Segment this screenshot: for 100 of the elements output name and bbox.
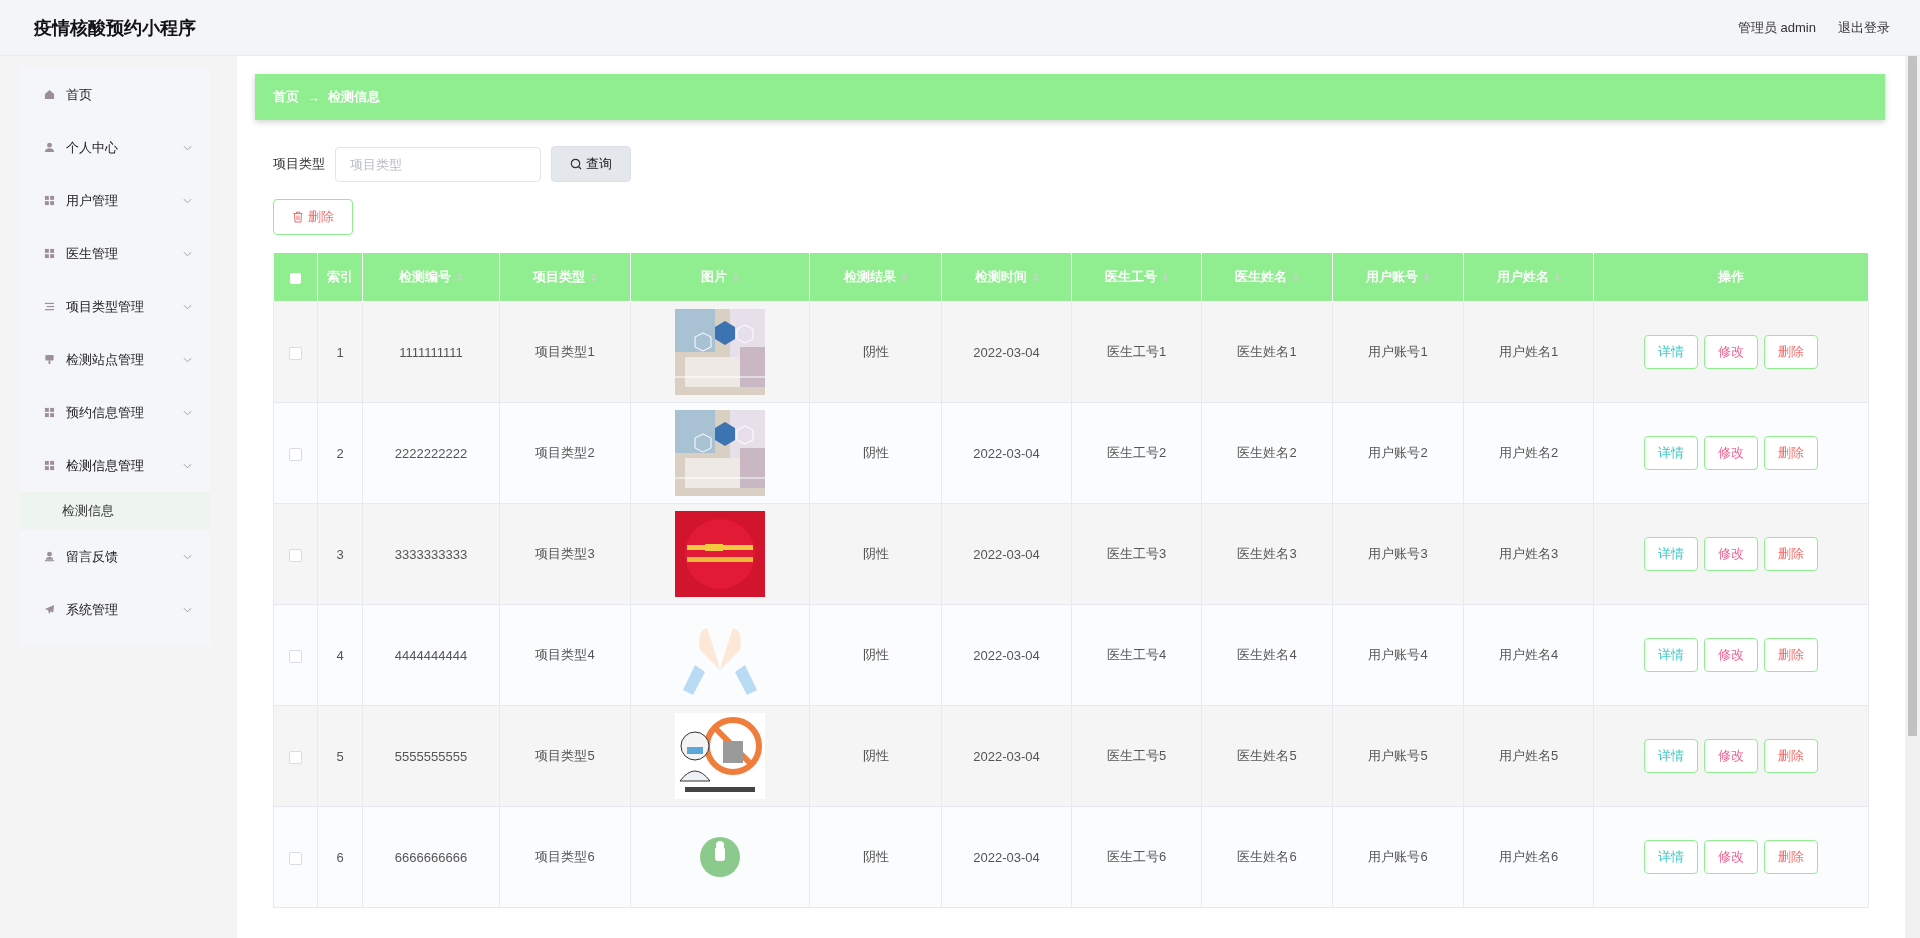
edit-button[interactable]: 修改 (1704, 335, 1758, 369)
column-header: 索引 (327, 268, 353, 286)
delete-button[interactable]: 删除 (1764, 739, 1818, 773)
table-cell: 医生姓名5 (1237, 748, 1297, 763)
detail-button[interactable]: 详情 (1644, 537, 1698, 571)
logout-link[interactable]: 退出登录 (1838, 18, 1890, 37)
edit-button[interactable]: 修改 (1704, 436, 1758, 470)
table-cell: 用户账号1 (1368, 344, 1428, 359)
edit-button[interactable]: 修改 (1704, 638, 1758, 672)
detail-button[interactable]: 详情 (1644, 436, 1698, 470)
row-checkbox[interactable] (289, 851, 302, 865)
sidebar-item[interactable]: 医生管理 (20, 227, 210, 280)
scrollbar-thumb[interactable] (1908, 56, 1917, 736)
select-all-checkbox[interactable] (290, 272, 301, 284)
column-header: 医生工号 (1104, 268, 1157, 286)
table-cell: 阴性 (862, 546, 889, 561)
sort-icon[interactable] (1553, 271, 1561, 283)
table-cell: 项目类型1 (535, 344, 595, 359)
table-cell: 2022-03-04 (973, 546, 1040, 562)
row-checkbox[interactable] (289, 649, 302, 663)
search-field[interactable]: 项目类型 (335, 146, 541, 182)
table-cell: 医生姓名1 (1237, 344, 1297, 359)
sort-icon[interactable] (456, 271, 463, 283)
chevron-down-icon (183, 197, 192, 204)
delete-button[interactable]: 删除 (1764, 537, 1818, 571)
column-header: 检测编号 (399, 268, 451, 286)
chevron-down-icon (183, 303, 192, 310)
table-cell: 用户账号5 (1368, 748, 1428, 763)
person-icon (44, 551, 55, 562)
edit-button[interactable]: 修改 (1704, 739, 1758, 773)
table-cell: 3 (336, 546, 344, 562)
table-cell: 用户账号3 (1368, 546, 1428, 561)
table-cell: 用户账号4 (1368, 647, 1428, 662)
sidebar-item[interactable]: 预约信息管理 (20, 386, 210, 439)
detail-button[interactable]: 详情 (1644, 739, 1698, 773)
table-cell: 项目类型2 (535, 445, 595, 460)
table-cell: 阴性 (862, 344, 889, 359)
sidebar-item[interactable]: 检测站点管理 (20, 333, 210, 386)
column-header: 医生姓名 (1235, 268, 1287, 286)
row-checkbox[interactable] (289, 750, 302, 764)
table-cell: 2022-03-04 (973, 445, 1040, 461)
delete-button[interactable]: 删除 (273, 199, 353, 235)
edit-button[interactable]: 修改 (1704, 840, 1758, 874)
table-cell: 阴性 (862, 647, 889, 662)
sort-icon[interactable] (732, 271, 739, 283)
table-cell: 4 (336, 647, 344, 663)
table-cell: 医生工号2 (1106, 445, 1167, 460)
chevron-down-icon (183, 462, 192, 469)
table-cell: 项目类型5 (535, 748, 595, 763)
home-icon (44, 89, 55, 100)
filter-label: 项目类型 (273, 155, 325, 173)
chevron-down-icon (183, 144, 192, 151)
sidebar-item[interactable]: 检测信息管理 (20, 439, 210, 492)
table-cell: 用户姓名1 (1498, 344, 1559, 359)
delete-button[interactable]: 删除 (1764, 840, 1818, 874)
sort-icon[interactable] (590, 271, 597, 283)
sidebar-item[interactable]: 首页 (20, 68, 210, 121)
column-header: 用户账号 (1366, 268, 1418, 286)
chevron-down-icon (183, 356, 192, 363)
sidebar-item[interactable]: 个人中心 (20, 121, 210, 174)
edit-button[interactable]: 修改 (1704, 537, 1758, 571)
sort-icon[interactable] (1292, 271, 1299, 283)
detail-button[interactable]: 详情 (1644, 840, 1698, 874)
sidebar-item[interactable]: 项目类型管理 (20, 280, 210, 333)
table-cell: 医生工号3 (1106, 546, 1167, 561)
table-cell: 用户账号6 (1368, 849, 1428, 864)
table-cell: 医生姓名2 (1237, 445, 1297, 460)
sidebar-item[interactable]: 留言反馈 (20, 530, 210, 583)
sidebar-item[interactable]: 系统管理 (20, 583, 210, 636)
delete-button[interactable]: 删除 (1764, 436, 1818, 470)
search-button[interactable]: 查询 (551, 146, 631, 182)
sort-icon[interactable] (1423, 271, 1430, 283)
detail-button[interactable]: 详情 (1644, 638, 1698, 672)
table-cell: 1111111111 (399, 344, 463, 360)
table-cell: 医生姓名6 (1237, 849, 1297, 864)
sidebar-item[interactable]: 用户管理 (20, 174, 210, 227)
delete-button[interactable]: 删除 (1764, 335, 1818, 369)
grid-icon (44, 407, 55, 418)
row-checkbox[interactable] (289, 548, 302, 562)
table-cell: 2022-03-04 (973, 647, 1040, 663)
table-cell: 项目类型3 (535, 546, 595, 561)
table-cell: 2222222222 (394, 445, 468, 461)
table-cell: 5 (336, 748, 344, 764)
row-checkbox[interactable] (289, 346, 302, 360)
table-cell: 用户姓名6 (1498, 849, 1559, 864)
row-checkbox[interactable] (289, 447, 302, 461)
column-header: 检测时间 (974, 268, 1027, 286)
detail-button[interactable]: 详情 (1644, 335, 1698, 369)
column-header: 项目类型 (533, 268, 585, 286)
table-cell: 医生姓名4 (1237, 647, 1297, 662)
delete-button[interactable]: 删除 (1764, 638, 1818, 672)
table-cell: 医生工号1 (1106, 344, 1167, 359)
breadcrumb-separator: → (307, 89, 320, 105)
sort-icon[interactable] (900, 271, 908, 283)
table-cell: 用户姓名3 (1498, 546, 1559, 561)
column-header: 用户姓名 (1496, 268, 1549, 286)
list-icon (44, 301, 55, 312)
sidebar-subitem[interactable]: 检测信息 (20, 492, 210, 530)
sort-icon[interactable] (1031, 271, 1039, 283)
sort-icon[interactable] (1161, 271, 1169, 283)
